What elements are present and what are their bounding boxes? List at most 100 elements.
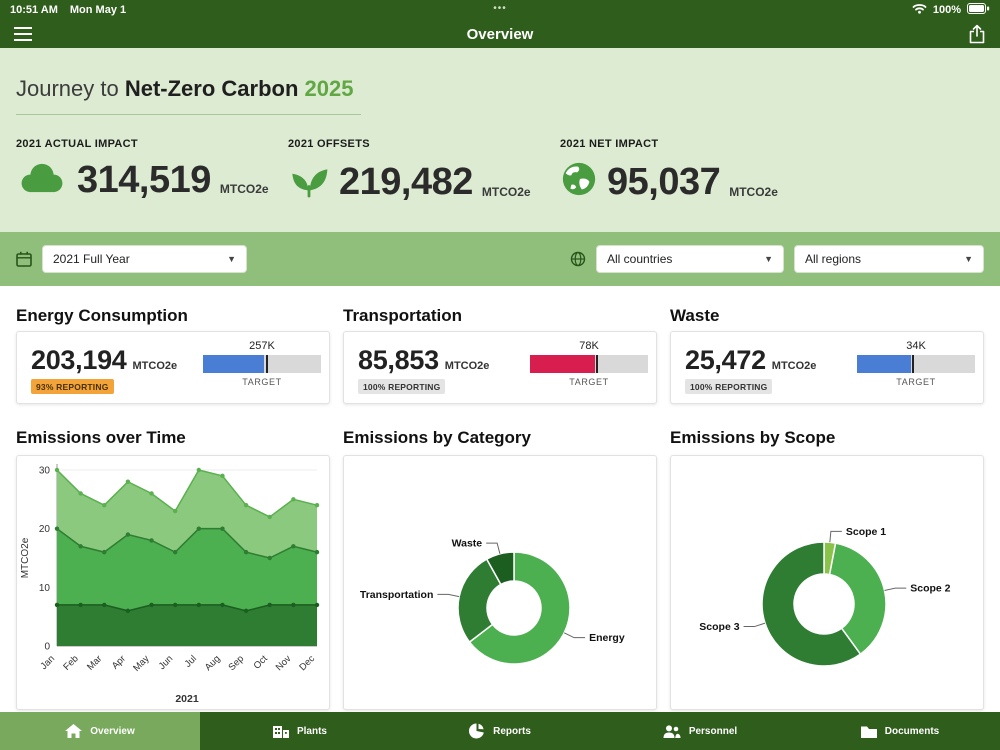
target-marker <box>596 355 599 373</box>
battery-icon <box>967 3 990 17</box>
region-select[interactable]: All regions ▼ <box>794 245 984 273</box>
metric-card-energy: 203,194 MTCO2e 93% REPORTING 257K TARGET <box>16 331 330 404</box>
kpi-offsets: 2021 OFFSETS 219,482 MTCO2e <box>288 138 531 203</box>
target-progress: 78K TARGET <box>530 340 648 387</box>
svg-text:Dec: Dec <box>297 653 317 673</box>
reporting-badge: 93% REPORTING <box>31 379 114 394</box>
tab-label: Personnel <box>688 725 738 737</box>
svg-text:0: 0 <box>44 642 50 653</box>
target-value-label: 34K <box>906 340 926 352</box>
kpi-label: 2021 ACTUAL IMPACT <box>16 138 138 150</box>
folder-icon <box>860 726 877 738</box>
tab-overview[interactable]: Overview <box>0 712 200 750</box>
factory-icon <box>272 726 289 738</box>
metric-unit: MTCO2e <box>444 360 490 372</box>
kpi-label: 2021 NET IMPACT <box>560 138 659 150</box>
pie-chart-icon <box>469 723 484 739</box>
tab-documents[interactable]: Documents <box>800 712 1000 750</box>
target-marker <box>912 355 915 373</box>
home-icon <box>65 724 83 738</box>
svg-text:20: 20 <box>39 524 51 535</box>
progress-track <box>530 355 648 373</box>
svg-text:Apr: Apr <box>110 653 128 671</box>
metric-value: 85,853 <box>358 345 439 375</box>
progress-track <box>857 355 975 373</box>
svg-text:Feb: Feb <box>61 653 80 672</box>
kpi-label: 2021 OFFSETS <box>288 138 370 150</box>
svg-text:Jan: Jan <box>39 653 58 672</box>
target-value-label: 78K <box>579 340 599 352</box>
title-underline <box>16 114 361 115</box>
svg-text:Jul: Jul <box>183 653 199 669</box>
svg-text:Mar: Mar <box>85 653 104 672</box>
region-select-value: All regions <box>805 252 862 266</box>
emissions-by-scope-chart-card: Scope 1 Scope 2 Scope 3 <box>670 455 984 710</box>
period-select[interactable]: 2021 Full Year ▼ <box>42 245 247 273</box>
status-bar: 10:51 AM Mon May 1 ••• 100% <box>0 0 1000 20</box>
svg-text:Scope 1: Scope 1 <box>846 526 886 538</box>
metric-card-waste: 25,472 MTCO2e 100% REPORTING 34K TARGET <box>670 331 984 404</box>
progress-fill <box>203 355 265 373</box>
share-icon <box>969 24 985 44</box>
target-word-label: TARGET <box>896 377 936 387</box>
globe-filter-icon <box>570 251 586 267</box>
tab-personnel[interactable]: Personnel <box>600 712 800 750</box>
tab-label: Overview <box>90 725 135 737</box>
kpi-actual-impact: 2021 ACTUAL IMPACT 314,519 MTCO2e <box>16 138 269 200</box>
section-title-energy: Energy Consumption <box>16 306 188 325</box>
kpi-unit: MTCO2e <box>729 185 778 199</box>
cloud-icon <box>16 160 68 200</box>
tab-label: Plants <box>296 725 327 737</box>
target-progress: 34K TARGET <box>857 340 975 387</box>
seedling-icon <box>288 160 330 203</box>
svg-text:2021: 2021 <box>175 693 199 705</box>
emissions-by-category-chart-card: Energy Transportation Waste <box>343 455 657 710</box>
svg-text:Aug: Aug <box>203 653 223 673</box>
target-word-label: TARGET <box>569 377 609 387</box>
hero-title-year: 2025 <box>304 76 354 101</box>
chevron-down-icon: ▼ <box>764 254 773 264</box>
svg-text:Energy: Energy <box>589 632 625 644</box>
section-title-emissions-over-time: Emissions over Time <box>16 428 186 447</box>
wifi-icon <box>912 3 927 17</box>
hero-title-prefix: Journey to <box>16 76 125 101</box>
hero-title: Journey to Net-Zero Carbon 2025 <box>16 76 353 102</box>
calendar-icon <box>16 251 32 267</box>
tab-label: Documents <box>884 725 940 737</box>
svg-text:Sep: Sep <box>226 653 246 673</box>
section-title-waste: Waste <box>670 306 720 325</box>
multitask-dots-icon: ••• <box>493 3 507 14</box>
progress-fill <box>857 355 912 373</box>
svg-text:Jun: Jun <box>157 653 176 672</box>
kpi-value: 95,037 <box>607 160 721 203</box>
kpi-unit: MTCO2e <box>219 182 269 196</box>
share-button[interactable] <box>968 24 986 44</box>
reporting-badge: 100% REPORTING <box>685 379 773 394</box>
tab-plants[interactable]: Plants <box>200 712 400 750</box>
hero-title-emphasis: Net-Zero Carbon <box>124 76 299 101</box>
period-select-value: 2021 Full Year <box>53 252 130 266</box>
country-select[interactable]: All countries ▼ <box>596 245 784 273</box>
page-title: Overview <box>466 25 534 43</box>
section-title-emissions-by-category: Emissions by Category <box>343 428 532 447</box>
target-value-label: 257K <box>249 340 275 352</box>
metric-unit: MTCO2e <box>132 360 178 372</box>
svg-text:Scope 2: Scope 2 <box>910 583 950 595</box>
filter-bar: 2021 Full Year ▼ All countries ▼ All reg… <box>0 232 1000 286</box>
area-chart: 0 10 20 30 Jan Feb Mar Apr May Jun Jul Aug Sep Oct Nov… <box>20 464 320 705</box>
svg-text:Nov: Nov <box>274 653 294 673</box>
tab-reports[interactable]: Reports <box>400 712 600 750</box>
kpi-value: 219,482 <box>339 160 473 203</box>
chevron-down-icon: ▼ <box>227 254 236 264</box>
target-word-label: TARGET <box>242 377 282 387</box>
globe-icon <box>560 160 598 203</box>
bottom-tab-bar: Overview Plants Reports Personnel Docume… <box>0 712 1000 750</box>
battery-percent: 100% <box>932 4 961 16</box>
main-content: Energy Consumption Transportation Waste … <box>0 286 1000 712</box>
metric-unit: MTCO2e <box>771 360 817 372</box>
svg-text:Transportation: Transportation <box>360 589 434 601</box>
scope-donut-chart: Scope 1 Scope 2 Scope 3 <box>699 526 951 667</box>
hamburger-menu-button[interactable] <box>14 27 32 41</box>
svg-text:10: 10 <box>39 583 51 594</box>
target-progress: 257K TARGET <box>203 340 321 387</box>
